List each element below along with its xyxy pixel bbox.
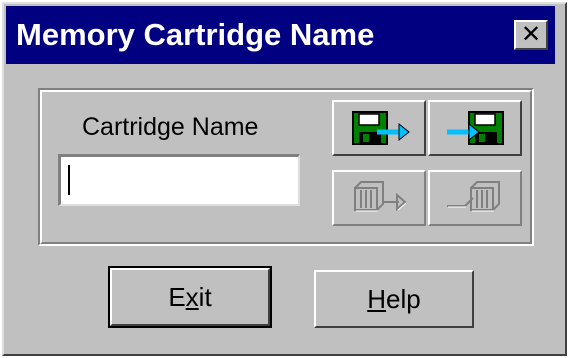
- save-to-cartridge-icon: [352, 111, 410, 145]
- help-mnemonic: H: [367, 284, 387, 314]
- text-caret: [68, 165, 70, 195]
- import-cartridge-button[interactable]: [428, 170, 522, 226]
- save-to-cartridge-button[interactable]: [332, 100, 426, 156]
- cartridge-name-label: Cartridge Name: [82, 113, 259, 141]
- close-icon: ✕: [520, 20, 542, 48]
- cartridge-name-input[interactable]: [58, 154, 300, 206]
- exit-button[interactable]: Exit: [108, 266, 272, 328]
- export-cartridge-icon: [354, 181, 407, 212]
- import-cartridge-icon: [447, 181, 500, 212]
- help-button[interactable]: Help: [314, 270, 474, 328]
- exit-mnemonic: x: [185, 282, 199, 312]
- window-title: Memory Cartridge Name: [16, 17, 375, 52]
- load-from-cartridge-icon: [447, 111, 504, 145]
- load-from-cartridge-button[interactable]: [428, 100, 522, 156]
- title-bar[interactable]: Memory Cartridge Name ✕: [6, 6, 555, 64]
- export-cartridge-button[interactable]: [332, 170, 426, 226]
- close-button[interactable]: ✕: [514, 20, 548, 50]
